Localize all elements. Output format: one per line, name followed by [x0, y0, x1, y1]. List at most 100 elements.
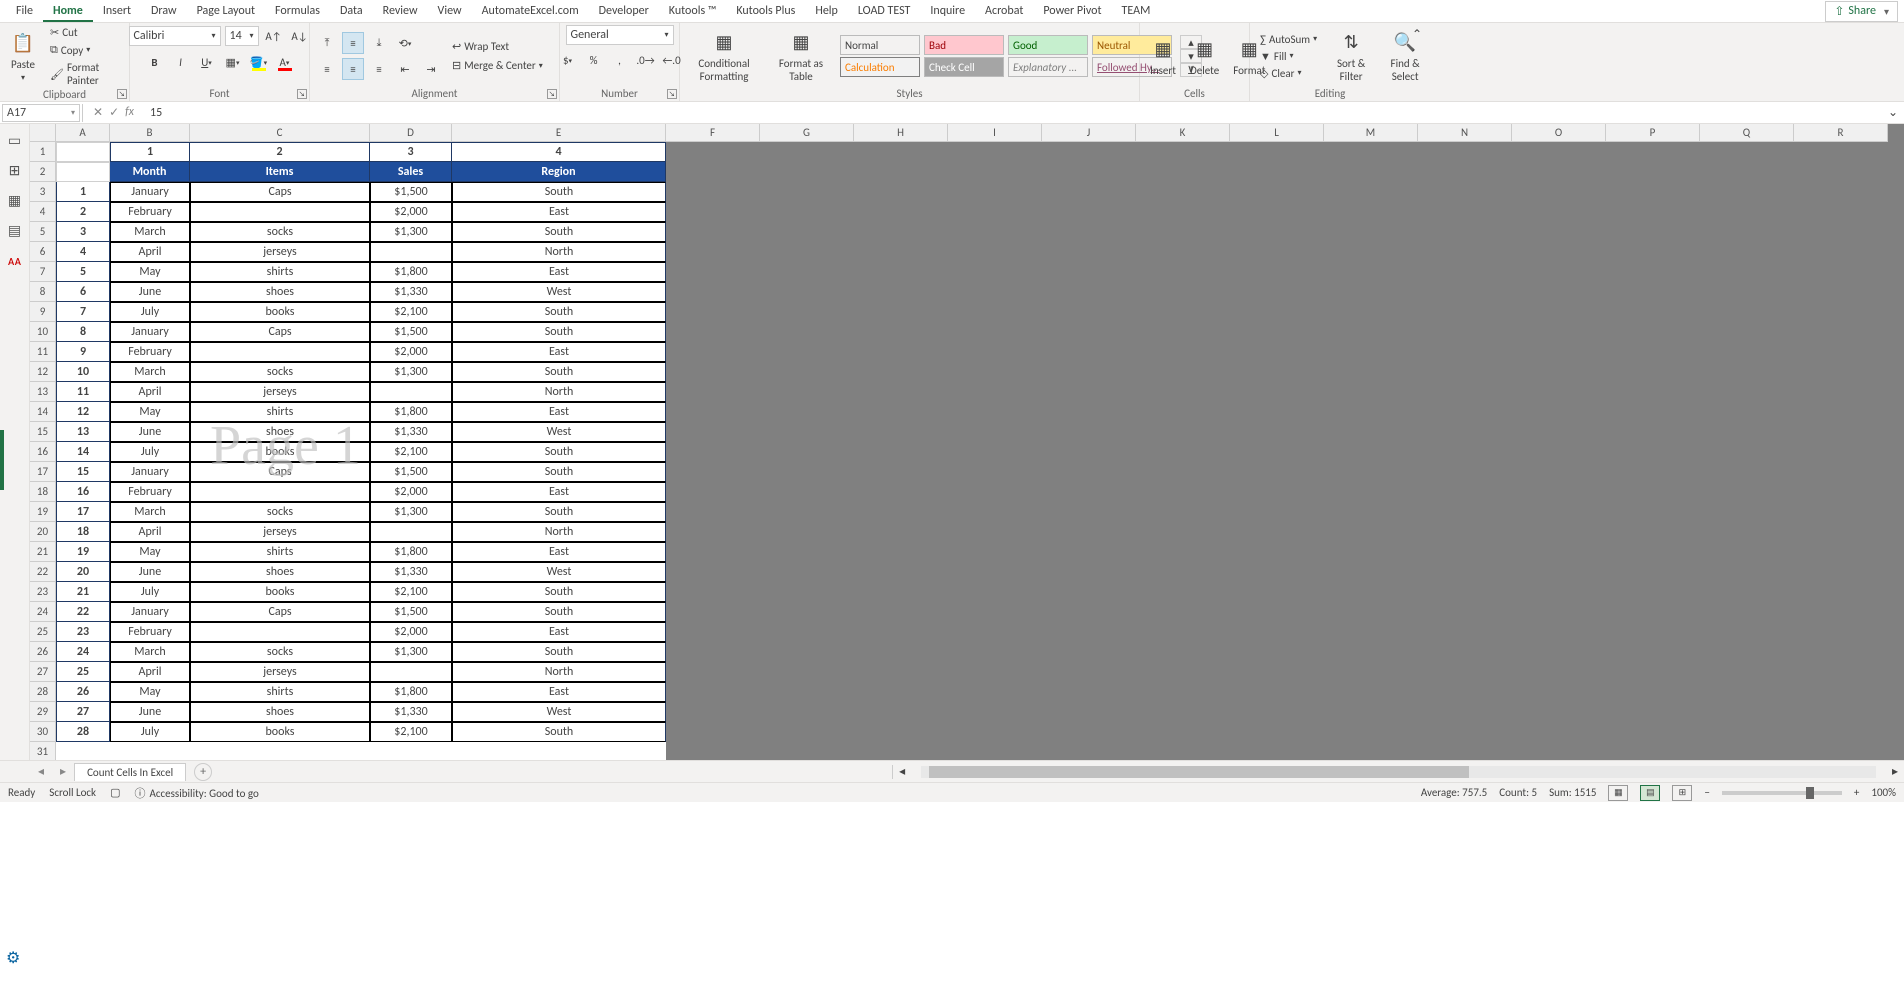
cell-region[interactable]: South [452, 322, 666, 342]
font-color-button[interactable]: A▾ [274, 51, 296, 73]
row-header-17[interactable]: 17 [30, 462, 56, 482]
cell-sales[interactable]: $1,800 [370, 542, 452, 562]
col-header-K[interactable]: K [1136, 124, 1230, 141]
settings-gear-icon[interactable]: ⚙ [6, 948, 24, 966]
col-header-G[interactable]: G [760, 124, 854, 141]
cell-region[interactable]: East [452, 682, 666, 702]
cell[interactable]: 6 [56, 282, 110, 302]
conditional-formatting-button[interactable]: ▦Conditional Formatting [686, 27, 762, 85]
cell-sales[interactable]: $1,500 [370, 602, 452, 622]
ribbon-tab-load-test[interactable]: LOAD TEST [848, 2, 921, 20]
insert-cells-button[interactable]: ▦Insert [1146, 34, 1180, 79]
cell-month[interactable]: February [110, 622, 190, 642]
cell[interactable] [56, 162, 110, 182]
cell[interactable]: 3 [56, 222, 110, 242]
row-header-2[interactable]: 2 [30, 162, 56, 182]
cell-items[interactable]: shirts [190, 262, 370, 282]
ribbon-tab-help[interactable]: Help [805, 2, 848, 20]
ribbon-tab-power-pivot[interactable]: Power Pivot [1033, 2, 1111, 20]
cell-month[interactable]: March [110, 362, 190, 382]
row-header-20[interactable]: 20 [30, 522, 56, 542]
cell-month[interactable]: July [110, 302, 190, 322]
number-format-selector[interactable]: General▾ [566, 25, 674, 45]
cell-region[interactable]: West [452, 422, 666, 442]
align-middle-icon[interactable]: ≡ [342, 32, 364, 54]
cell-sales[interactable]: $1,330 [370, 422, 452, 442]
cell[interactable]: 2 [190, 142, 370, 162]
cell-month[interactable]: January [110, 322, 190, 342]
cell-items[interactable]: jerseys [190, 382, 370, 402]
cell-region[interactable]: West [452, 282, 666, 302]
cell[interactable]: 26 [56, 682, 110, 702]
row-header-22[interactable]: 22 [30, 562, 56, 582]
hscroll-right[interactable]: ▸ [1886, 764, 1904, 779]
cell[interactable] [56, 142, 110, 162]
cell-sales[interactable]: $2,100 [370, 442, 452, 462]
cell-items[interactable]: jerseys [190, 522, 370, 542]
row-header-8[interactable]: 8 [30, 282, 56, 302]
ribbon-tab-page-layout[interactable]: Page Layout [187, 2, 265, 20]
tool-1[interactable]: ▭ [6, 132, 24, 150]
cell-month[interactable]: June [110, 702, 190, 722]
fx-icon[interactable]: fx [125, 105, 134, 120]
row-header-23[interactable]: 23 [30, 582, 56, 602]
cell-sales[interactable]: $2,100 [370, 722, 452, 742]
col-header-O[interactable]: O [1512, 124, 1606, 141]
col-header-A[interactable]: A [56, 124, 110, 141]
delete-cells-button[interactable]: ▦Delete [1186, 34, 1223, 79]
cut-button[interactable]: ✂Cut [46, 25, 123, 40]
cell-items[interactable]: shoes [190, 562, 370, 582]
col-header-N[interactable]: N [1418, 124, 1512, 141]
enter-formula-icon[interactable]: ✓ [109, 105, 119, 120]
collapsed-panel-strip[interactable] [0, 430, 4, 490]
cell-items[interactable]: shirts [190, 682, 370, 702]
col-header-H[interactable]: H [854, 124, 948, 141]
cell-month[interactable]: May [110, 682, 190, 702]
align-left-icon[interactable]: ≡ [316, 58, 338, 80]
row-header-29[interactable]: 29 [30, 702, 56, 722]
cell-region[interactable]: East [452, 202, 666, 222]
ribbon-tab-acrobat[interactable]: Acrobat [975, 2, 1033, 20]
row-header-18[interactable]: 18 [30, 482, 56, 502]
cell[interactable]: 7 [56, 302, 110, 322]
view-page-break-icon[interactable]: ⊞ [1672, 785, 1692, 801]
number-dialog-launcher[interactable]: ↘ [667, 89, 677, 99]
ribbon-tab-formulas[interactable]: Formulas [265, 2, 330, 20]
row-header-14[interactable]: 14 [30, 402, 56, 422]
zoom-out-button[interactable]: − [1704, 786, 1709, 799]
cell-month[interactable]: April [110, 662, 190, 682]
row-header-7[interactable]: 7 [30, 262, 56, 282]
macro-record-icon[interactable]: ▢ [110, 786, 120, 799]
cell-sales[interactable]: $1,800 [370, 682, 452, 702]
row-header-11[interactable]: 11 [30, 342, 56, 362]
cell-region[interactable]: South [452, 502, 666, 522]
clipboard-dialog-launcher[interactable]: ↘ [117, 89, 127, 99]
cell[interactable]: 23 [56, 622, 110, 642]
tool-2[interactable]: ⊞ [6, 162, 24, 180]
cell[interactable]: 4 [56, 242, 110, 262]
cell-month[interactable]: January [110, 182, 190, 202]
cell-items[interactable]: jerseys [190, 662, 370, 682]
col-header-B[interactable]: B [110, 124, 190, 141]
fill-button[interactable]: ▼Fill▾ [1256, 49, 1321, 64]
row-header-15[interactable]: 15 [30, 422, 56, 442]
format-as-table-button[interactable]: ▦Format as Table [768, 27, 834, 85]
ribbon-tab-insert[interactable]: Insert [93, 2, 141, 20]
row-header-4[interactable]: 4 [30, 202, 56, 222]
cell-month[interactable]: March [110, 502, 190, 522]
cell-sales[interactable] [370, 662, 452, 682]
cell-region[interactable]: South [452, 582, 666, 602]
cell[interactable]: 24 [56, 642, 110, 662]
cell-sales[interactable]: $1,330 [370, 702, 452, 722]
cell-items[interactable] [190, 622, 370, 642]
cell-items[interactable]: books [190, 302, 370, 322]
ribbon-tab-data[interactable]: Data [330, 2, 373, 20]
cell-month[interactable]: July [110, 582, 190, 602]
cell-sales[interactable]: $1,500 [370, 322, 452, 342]
align-right-icon[interactable]: ≡ [368, 58, 390, 80]
row-header-9[interactable]: 9 [30, 302, 56, 322]
cell-sales[interactable]: $1,330 [370, 282, 452, 302]
tool-3[interactable]: ▦ [6, 192, 24, 210]
cell-region[interactable]: South [452, 182, 666, 202]
cell-items[interactable] [190, 482, 370, 502]
